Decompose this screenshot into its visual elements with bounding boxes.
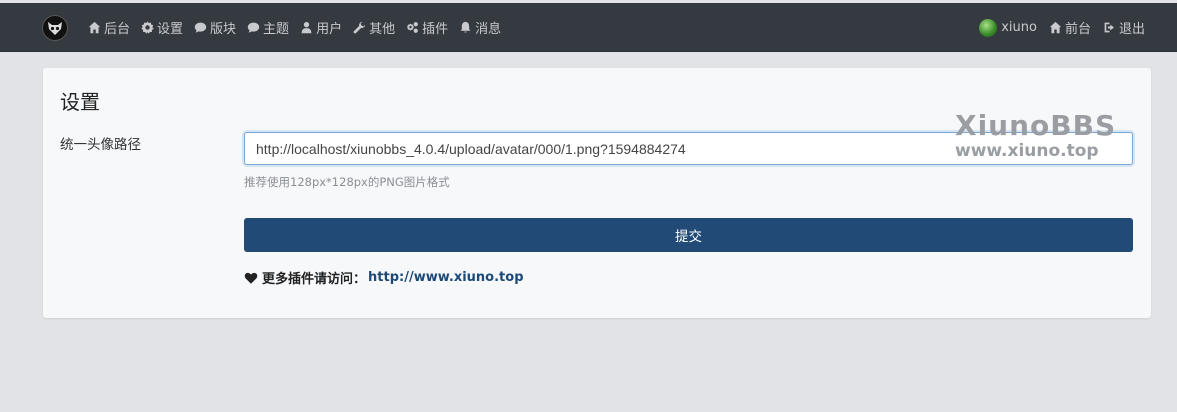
watermark-url: www.xiuno.top xyxy=(955,141,1099,161)
nav-item-users[interactable]: 用户 xyxy=(300,18,342,37)
page-title: 设置 xyxy=(60,90,100,114)
avatar xyxy=(979,18,998,37)
avatar-path-label: 统一头像路径 xyxy=(60,137,141,153)
nav-item-label: 插件 xyxy=(422,22,449,37)
nav-item-label: 设置 xyxy=(157,22,184,37)
nav-item-label: 主题 xyxy=(263,22,290,37)
comment-icon xyxy=(194,22,207,33)
more-plugins-text: 更多插件请访问： xyxy=(262,272,367,287)
gear-icon xyxy=(141,21,154,34)
top-navbar: 后台 设置 版块 主题 用户 其他 插件 消息 xiuno 前台 退出 xyxy=(0,3,1177,52)
wrench-icon xyxy=(353,21,366,34)
main-nav: 后台 设置 版块 主题 用户 其他 插件 消息 xyxy=(88,3,512,52)
heart-icon xyxy=(244,272,258,284)
logout-icon xyxy=(1104,22,1114,33)
watermark: XiunoBBS www.xiuno.top xyxy=(955,112,1116,160)
username: xiuno xyxy=(1001,20,1037,35)
more-plugins-line: 更多插件请访问： http://www.xiuno.top xyxy=(244,268,524,287)
nav-item-label: 后台 xyxy=(104,22,131,37)
user-icon xyxy=(301,21,312,34)
nav-item-frontend[interactable]: 前台 xyxy=(1049,18,1091,37)
watermark-brand: XiunoBBS xyxy=(955,109,1117,142)
nav-item-label: 其他 xyxy=(369,22,396,37)
more-plugins-link[interactable]: http://www.xiuno.top xyxy=(368,270,524,285)
nav-item-logout[interactable]: 退出 xyxy=(1103,18,1145,37)
nav-item-label: 退出 xyxy=(1118,22,1145,37)
nav-item-label: 消息 xyxy=(475,22,502,37)
home-icon xyxy=(1049,21,1062,34)
nav-item-other[interactable]: 其他 xyxy=(353,18,395,37)
nav-item-settings[interactable]: 设置 xyxy=(141,18,183,37)
settings-card: 设置 统一头像路径 推荐使用128px*128px的PNG图片格式 提交 更多插… xyxy=(43,68,1151,318)
user-nav: xiuno 前台 退出 xyxy=(967,3,1145,52)
nav-item-label: 版块 xyxy=(210,22,237,37)
nav-item-forums[interactable]: 版块 xyxy=(194,18,236,37)
cogs-icon xyxy=(407,22,418,33)
nav-item-messages[interactable]: 消息 xyxy=(459,18,501,37)
comment-icon xyxy=(247,22,260,33)
user-menu[interactable]: xiuno xyxy=(979,18,1037,37)
nav-item-admin[interactable]: 后台 xyxy=(88,18,130,37)
site-logo[interactable] xyxy=(42,15,68,41)
nav-item-label: 用户 xyxy=(316,22,343,37)
cat-mask-logo-icon xyxy=(48,22,62,35)
avatar-path-help: 推荐使用128px*128px的PNG图片格式 xyxy=(244,175,450,189)
bell-icon xyxy=(460,21,471,33)
nav-item-threads[interactable]: 主题 xyxy=(247,18,289,37)
home-icon xyxy=(88,21,101,34)
submit-button[interactable]: 提交 xyxy=(244,218,1133,252)
nav-item-plugins[interactable]: 插件 xyxy=(406,18,448,37)
nav-item-label: 前台 xyxy=(1064,22,1091,37)
